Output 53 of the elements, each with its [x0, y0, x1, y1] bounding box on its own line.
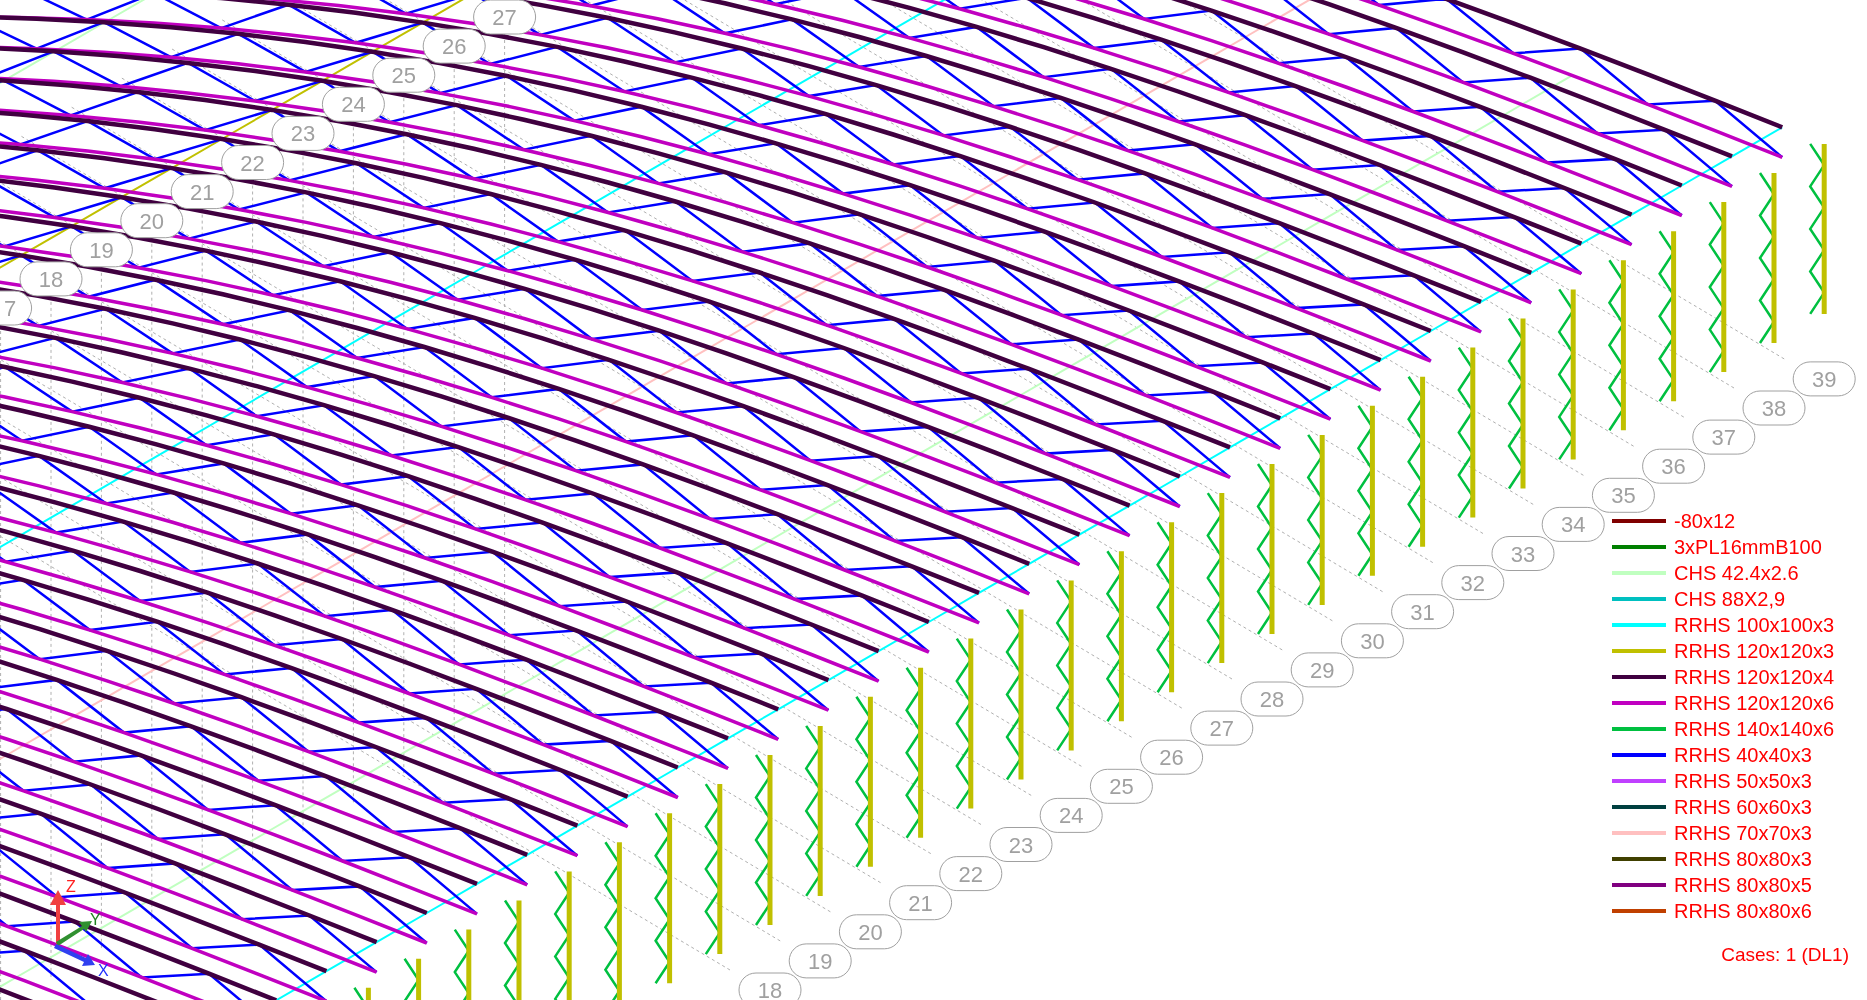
grid-axis-label: 39	[1792, 361, 1856, 397]
grid-axis-label: 31	[1391, 594, 1455, 630]
legend-label: 3xPL16mmB100	[1674, 535, 1822, 559]
grid-axis-label: 23	[989, 827, 1053, 862]
legend-label: RRHS 120x120x4	[1674, 665, 1835, 689]
axis-label: X	[98, 962, 109, 979]
grid-axis-label: 23	[271, 115, 335, 151]
grid-axis-label: 29	[1290, 652, 1354, 688]
grid-axis-label: 38	[1742, 390, 1806, 426]
grid-axis-label: 26	[1140, 739, 1204, 775]
grid-axis-label: 24	[321, 86, 385, 122]
grid-axis-label: 32	[1441, 565, 1505, 601]
legend-label: RRHS 80x80x3	[1674, 847, 1812, 871]
grid-axis-label: 19	[69, 232, 133, 268]
grid-axis-label: 34	[1541, 506, 1605, 542]
legend-label: RRHS 100x100x3	[1674, 613, 1835, 637]
axis-label: Y	[90, 911, 101, 928]
legend-label: CHS 42.4x2.6	[1674, 561, 1799, 585]
grid-axis-label: 19	[788, 943, 852, 979]
legend-label: RRHS 140x140x6	[1674, 717, 1835, 741]
grid-axis-label: 36	[1642, 448, 1706, 484]
axis-label: Z	[66, 878, 76, 895]
grid-axis-label: 25	[1089, 768, 1153, 804]
grid-axis-label: 28	[1240, 681, 1304, 717]
legend-label: -80x12	[1674, 509, 1736, 533]
legend-label: RRHS 60x60x3	[1674, 795, 1812, 819]
legend-label: RRHS 120x120x6	[1674, 691, 1835, 715]
legend-label: RRHS 120x120x3	[1674, 639, 1835, 663]
load-cases-label: Cases: 1 (DL1)	[1721, 944, 1849, 966]
grid-axis-label: 35	[1591, 477, 1655, 513]
grid-axis-label: 22	[221, 145, 285, 180]
grid-axis-label: 24	[1039, 797, 1103, 833]
legend-label: CHS 88X2,9	[1674, 587, 1786, 611]
grid-axis-label: 18	[738, 972, 802, 1000]
grid-axis-label: 22	[939, 856, 1003, 892]
legend-label: RRHS 80x80x5	[1674, 873, 1812, 897]
grid-axis-label: 25	[372, 57, 436, 93]
legend-label: RRHS 50x50x3	[1674, 769, 1812, 793]
grid-axis-label: 20	[120, 203, 184, 239]
grid-axis-label: 20	[838, 914, 902, 950]
grid-axis-label: 27	[1190, 710, 1254, 746]
legend-label: RRHS 80x80x6	[1674, 899, 1812, 923]
grid-axis-label: 30	[1340, 623, 1404, 659]
grid-axis-label: 37	[1692, 419, 1756, 455]
grid-axis-label: 26	[422, 28, 486, 64]
legend-label: RRHS 40x40x3	[1674, 743, 1812, 767]
grid-axis-label: 27	[473, 0, 537, 35]
legend-label: RRHS 70x70x3	[1674, 821, 1812, 845]
grid-axis-label: 18	[19, 261, 83, 297]
grid-axis-label: 21	[889, 885, 953, 921]
grid-axis-label: 7	[0, 290, 33, 326]
grid-axis-label: 33	[1491, 536, 1555, 571]
grid-axis-label: 21	[170, 174, 234, 210]
